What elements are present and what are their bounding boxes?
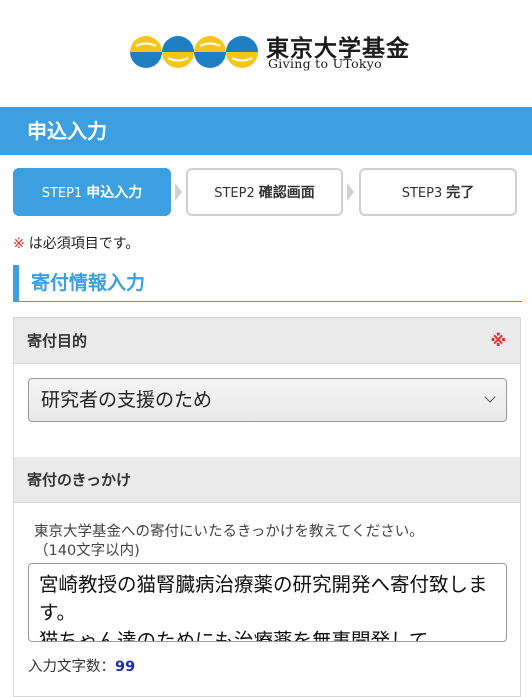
section-title: 寄付情報入力 xyxy=(13,265,522,302)
step-3-number: STEP3 xyxy=(401,186,443,201)
purpose-field-header: 寄付目的 ※ xyxy=(14,318,520,364)
reason-label: 寄付のきっかけ xyxy=(27,471,131,489)
step-arrow-icon xyxy=(347,183,354,201)
utokyo-logo-icon xyxy=(130,36,258,68)
step-1-number: STEP1 xyxy=(41,186,83,201)
char-count-value: 99 xyxy=(115,659,136,675)
step-2-label: 確認画面 xyxy=(258,185,315,201)
reason-help-line2: （140文字以内) xyxy=(34,543,140,559)
donation-form: 寄付目的 ※ 研究者の支援のため 寄付のきっかけ 東京大学基金への寄付にいたるき… xyxy=(13,317,521,697)
char-count: 入力文字数：99 xyxy=(28,655,135,676)
step-indicator: STEP1 申込入力 STEP2 確認画面 STEP3 完了 xyxy=(0,155,532,219)
step-2: STEP2 確認画面 xyxy=(186,168,343,216)
purpose-required-mark: ※ xyxy=(490,331,506,350)
step-2-number: STEP2 xyxy=(214,186,255,201)
required-mark: ※ xyxy=(13,236,25,252)
required-note: ※ は必須項目です。 xyxy=(13,233,139,253)
purpose-selected-value: 研究者の支援のため xyxy=(41,389,213,411)
char-count-label: 入力文字数： xyxy=(28,659,115,675)
reason-help-text: 東京大学基金への寄付にいたるきっかけを教えてください。 （140文字以内) xyxy=(34,523,504,561)
step-1: STEP1 申込入力 xyxy=(13,168,171,216)
step-3: STEP3 完了 xyxy=(359,168,517,216)
reason-textarea[interactable]: 宮崎教授の猫腎臓病治療薬の研究開発へ寄付致します。 猫ちゃん達のためにも治療薬を… xyxy=(28,563,507,642)
purpose-label: 寄付目的 xyxy=(27,332,88,350)
reason-help-line1: 東京大学基金への寄付にいたるきっかけを教えてください。 xyxy=(34,524,424,540)
required-note-text: は必須項目です。 xyxy=(28,236,140,252)
chevron-down-icon xyxy=(484,391,496,403)
reason-field-header: 寄付のきっかけ xyxy=(14,457,520,503)
purpose-select[interactable]: 研究者の支援のため xyxy=(28,378,507,422)
logo-title-en: Giving to UTokyo xyxy=(268,56,382,71)
logo-area: 東京大学基金 Giving to UTokyo xyxy=(0,0,532,107)
step-1-label: 申込入力 xyxy=(86,185,143,201)
step-arrow-icon xyxy=(175,183,182,201)
step-3-label: 完了 xyxy=(446,185,475,201)
page-title: 申込入力 xyxy=(0,107,532,155)
